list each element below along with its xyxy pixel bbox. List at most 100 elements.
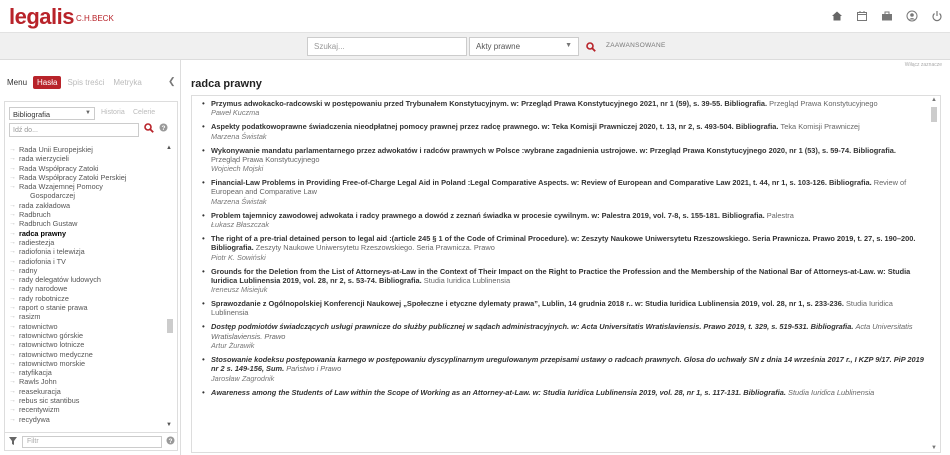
result-author: Paweł Kuczma — [211, 108, 260, 118]
result-title[interactable]: Przymus adwokacko-radcowski w postępowan… — [211, 99, 924, 108]
scroll-down-icon[interactable]: ▼ — [166, 422, 172, 428]
tree-item[interactable]: → Rawls John — [9, 377, 165, 386]
result-source: Studia Iuridica Lublinensia — [423, 275, 511, 285]
tree-item[interactable]: → radiestezja — [9, 238, 165, 247]
left-panel: Menu Hasła Spis treści Metryka ❮ Bibliog… — [0, 60, 181, 455]
tree-item-label: Radbruch — [19, 210, 51, 220]
tree-item-label: rada wierzycieli — [19, 154, 69, 164]
result-item: • Problem tajemnicy zawodowej adwokata i … — [202, 211, 924, 230]
help-icon[interactable]: ? — [166, 436, 175, 447]
result-author: Marzena Świstak — [211, 131, 267, 141]
tree-item-label: radiofonia i telewizja — [19, 247, 85, 257]
tree-item[interactable]: → Radbruch Gustaw — [9, 219, 165, 228]
tree-arrow-icon: → — [9, 397, 16, 405]
result-title[interactable]: Grounds for the Deletion from the List o… — [211, 267, 924, 286]
result-title[interactable]: Wykonywanie mandatu parlamentarnego prze… — [211, 146, 924, 165]
tree-arrow-icon: → — [9, 211, 16, 219]
power-icon[interactable] — [930, 9, 944, 23]
tree-item[interactable]: → rady robotnicze — [9, 294, 165, 303]
tab-historia[interactable]: Historia — [101, 109, 125, 116]
tree-item-label: Rawls John — [19, 377, 57, 387]
tree-item[interactable]: → radiofonia i telewizja — [9, 247, 165, 256]
tree-item[interactable]: Gospodarczej — [9, 191, 165, 200]
tree-arrow-icon: → — [9, 276, 16, 284]
scroll-thumb[interactable] — [167, 319, 173, 333]
tree-item-label: radca prawny — [19, 228, 67, 238]
tab-hasla[interactable]: Hasła — [33, 76, 62, 89]
help-icon[interactable]: ? — [159, 123, 168, 134]
tree-item[interactable]: → rada zakładowa — [9, 201, 165, 210]
tree-item-label: rasizm — [19, 312, 41, 322]
briefcase-icon[interactable] — [880, 9, 894, 23]
tree-arrow-icon: → — [9, 248, 16, 256]
tree-item-label: radiofonia i TV — [19, 256, 66, 266]
results-scrollbar[interactable]: ▲ ▼ — [930, 96, 938, 452]
tab-metryka[interactable]: Metryka — [110, 76, 144, 89]
result-title[interactable]: Problem tajemnicy zawodowej adwokata i r… — [211, 211, 924, 220]
tree-arrow-icon: → — [9, 304, 16, 312]
tree-item[interactable]: → Rada Wzajemnej Pomocy — [9, 182, 165, 191]
calendar-icon[interactable] — [855, 9, 869, 23]
result-title[interactable]: Stosowanie kodeksu postępowania karnego … — [211, 355, 924, 374]
tree-item[interactable]: → radiofonia i TV — [9, 257, 165, 266]
filter-input[interactable]: Filtr — [22, 436, 162, 448]
tree-item[interactable]: → Rada Unii Europejskiej — [9, 145, 165, 154]
tree-arrow-icon: → — [9, 331, 16, 339]
result-title[interactable]: Aspekty podatkowoprawne świadczenia nieo… — [211, 122, 924, 131]
search-input[interactable]: Szukaj... — [307, 37, 467, 56]
scroll-down-icon[interactable]: ▼ — [931, 445, 937, 451]
user-icon[interactable] — [905, 9, 919, 23]
tree-item[interactable]: → rady narodowe — [9, 284, 165, 293]
legalis-logo[interactable]: legalis — [9, 4, 74, 30]
tree-item[interactable]: → rada wierzycieli — [9, 154, 165, 163]
tree-item[interactable]: → ratownictwo morskie — [9, 359, 165, 368]
category-dropdown[interactable]: Bibliografia ▼ — [9, 107, 95, 120]
result-title[interactable]: Financial-Law Problems in Providing Free… — [211, 178, 924, 197]
tree-item[interactable]: → raport o stanie prawa — [9, 303, 165, 312]
tree-item[interactable]: → reasekuracja — [9, 387, 165, 396]
tree-item[interactable]: → rebus sic stantibus — [9, 396, 165, 405]
goto-input[interactable]: Idź do... — [9, 123, 139, 137]
tree-item[interactable]: → recentywizm — [9, 405, 165, 414]
tree-scrollbar[interactable]: ▲ ▼ — [166, 145, 174, 428]
tree-item[interactable]: → ratownictwo górskie — [9, 331, 165, 340]
bullet-icon: • — [202, 387, 205, 397]
tree-item-label: raport o stanie prawa — [19, 303, 88, 313]
tree-item[interactable]: → recydywa — [9, 415, 165, 424]
tab-spis-tresci[interactable]: Spis treści — [64, 76, 107, 89]
tree-item[interactable]: → radca prawny — [9, 229, 165, 238]
tree-item[interactable]: → rady delegatów ludowych — [9, 275, 165, 284]
scroll-up-icon[interactable]: ▲ — [166, 145, 172, 151]
tree-item-label: recydywa — [19, 414, 50, 424]
tree-item[interactable]: → ratownictwo — [9, 322, 165, 331]
tree-item[interactable]: → Rada Współpracy Zatoki Perskiej — [9, 173, 165, 182]
result-title[interactable]: The right of a pre-trial detained person… — [211, 234, 924, 253]
goto-search-button[interactable] — [144, 123, 154, 136]
tree-item[interactable]: → ratyfikacja — [9, 368, 165, 377]
tree-item-label: reasekuracja — [19, 386, 61, 396]
document-type-select[interactable]: Akty prawne ▼ — [469, 37, 579, 56]
tree-item[interactable]: → Rada Współpracy Zatoki — [9, 164, 165, 173]
tree-item[interactable]: → Radbruch — [9, 210, 165, 219]
scroll-up-icon[interactable]: ▲ — [931, 97, 937, 103]
advanced-search-link[interactable]: ZAAWANSOWANE — [606, 42, 666, 49]
collapse-panel-icon[interactable]: ❮ — [168, 76, 176, 87]
result-title[interactable]: Sprawozdanie z Ogólnopolskiej Konferencj… — [211, 299, 924, 318]
tab-menu[interactable]: Menu — [4, 76, 30, 89]
search-icon — [144, 123, 154, 133]
tree-item[interactable]: → ratownictwo medyczne — [9, 350, 165, 359]
scroll-thumb[interactable] — [931, 107, 937, 122]
bullet-icon: • — [202, 145, 205, 155]
search-button[interactable] — [582, 37, 600, 56]
result-title[interactable]: Dostęp podmiotów świadczących usługi pra… — [211, 322, 924, 341]
home-icon[interactable] — [830, 9, 844, 23]
tree-item[interactable]: → radny — [9, 266, 165, 275]
tree-item[interactable]: → ratownictwo lotnicze — [9, 340, 165, 349]
tab-celerie[interactable]: Celerie — [133, 109, 155, 116]
chevron-down-icon: ▼ — [85, 110, 91, 116]
main-content: radca prawny • Przymus adwokacko-radcowsk… — [182, 60, 950, 455]
result-title[interactable]: Awareness among the Students of Law with… — [211, 388, 924, 397]
result-source: Zeszyty Naukowe Uniwersytetu Rzeszowskie… — [255, 243, 495, 253]
tree-item[interactable]: → rasizm — [9, 312, 165, 321]
bullet-icon: • — [202, 122, 205, 132]
